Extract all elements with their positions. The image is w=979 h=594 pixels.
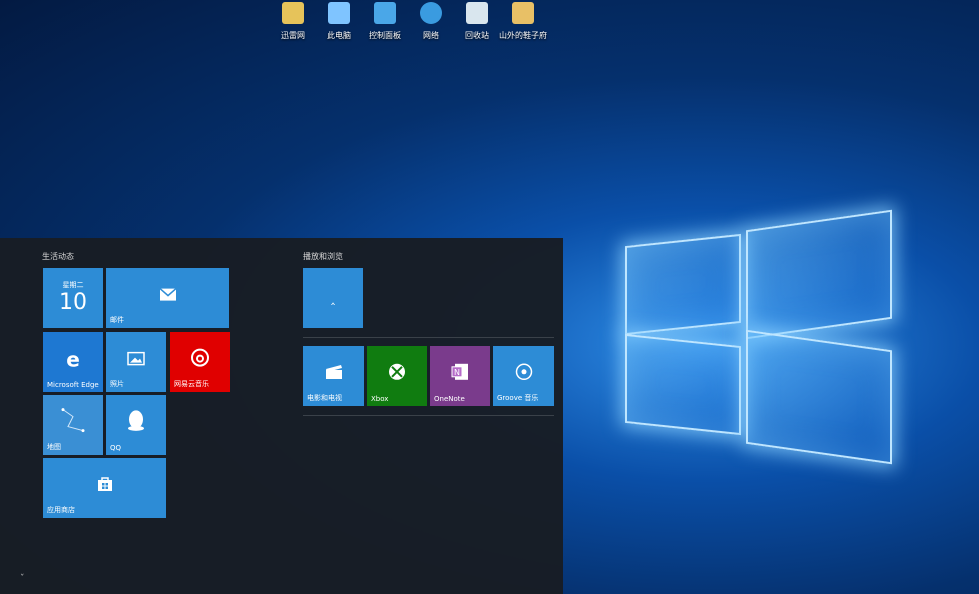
network-icon (420, 2, 442, 24)
computer-icon (328, 2, 350, 24)
tile-netease-music[interactable]: 网易云音乐 (170, 332, 230, 392)
user-folder-icon (512, 2, 534, 24)
tile-xbox[interactable]: Xbox (367, 346, 427, 406)
logo-pane-bottom-left (625, 333, 741, 436)
groove-music-icon (515, 363, 533, 385)
logo-pane-top-right (746, 209, 892, 340)
desktop-icon-user-folder[interactable]: 山外的鞋子府 (499, 0, 547, 44)
xbox-icon (388, 363, 406, 385)
desktop-icons: 迅雷网 此电脑 控制面板 网络 回收站 山外的鞋子府 (270, 0, 547, 44)
photo-icon (127, 351, 145, 370)
tile-maps[interactable]: 地图 (43, 395, 103, 455)
mail-icon (159, 287, 177, 306)
group-title-play: 播放和浏览 (303, 252, 343, 261)
svg-text:N: N (454, 368, 460, 377)
tile-onenote[interactable]: N OneNote (430, 346, 490, 406)
recycle-bin-icon (466, 2, 488, 24)
start-menu: 生活动态 播放和浏览 星期二 10 邮件 e Microsoft Edge 照片… (0, 238, 563, 594)
tile-edge[interactable]: e Microsoft Edge (43, 332, 103, 392)
chevron-up-icon: ‸ (330, 291, 336, 305)
group-divider (303, 337, 554, 338)
tile-groove-music[interactable]: Groove 音乐 (493, 346, 554, 406)
map-icon (58, 405, 88, 439)
onenote-icon: N (451, 363, 469, 385)
folder-doc-icon (282, 2, 304, 24)
tile-photos[interactable]: 照片 (106, 332, 166, 392)
edge-icon: e (66, 347, 80, 372)
tile-store[interactable]: 应用商店 (43, 458, 166, 518)
tile-qq[interactable]: QQ (106, 395, 166, 455)
desktop-icon-this-pc[interactable]: 此电脑 (316, 0, 362, 44)
tile-movies-tv[interactable]: 电影和电视 (303, 346, 364, 406)
desktop-icon-control-panel[interactable]: 控制面板 (362, 0, 408, 44)
netease-music-icon (190, 348, 210, 372)
tile-calendar[interactable]: 星期二 10 (43, 268, 103, 328)
windows-logo-wallpaper (600, 190, 930, 490)
logo-pane-bottom-right (746, 329, 892, 465)
desktop-icon-network[interactable]: 网络 (408, 0, 454, 44)
tile-mail[interactable]: 邮件 (106, 268, 229, 328)
desktop-icon-recycle-bin[interactable]: 回收站 (454, 0, 500, 44)
store-bag-icon (97, 476, 113, 496)
clapperboard-icon (325, 364, 343, 384)
tile-collapse-group[interactable]: ‸ (303, 268, 363, 328)
qq-penguin-icon (127, 409, 145, 435)
group-title-life: 生活动态 (42, 252, 74, 261)
logo-pane-top-left (625, 233, 741, 336)
group-divider-bottom (303, 415, 554, 416)
control-panel-icon (374, 2, 396, 24)
expand-chevron-icon[interactable]: ˇ (20, 574, 25, 584)
desktop-icon-xunlei[interactable]: 迅雷网 (270, 0, 316, 44)
